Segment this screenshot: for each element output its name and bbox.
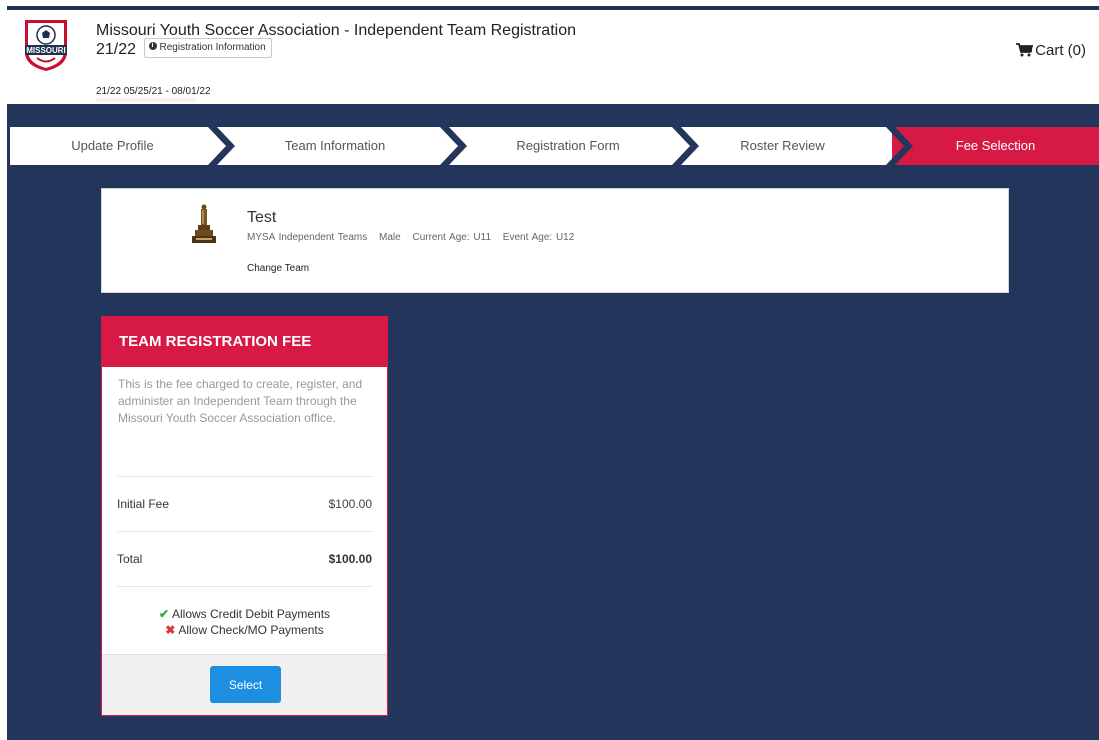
step-label: Fee Selection: [955, 138, 1036, 153]
check-payment-label: Allow Check/MO Payments: [178, 623, 324, 637]
payment-options: ✔ Allows Credit Debit Payments ✖ Allow Che…: [102, 587, 387, 656]
team-current-age: Current Age: U11: [412, 232, 492, 243]
step-team-information[interactable]: Team Information: [230, 127, 440, 165]
team-gender: Male: [379, 232, 401, 243]
step-update-profile[interactable]: Update Profile: [10, 127, 215, 165]
registration-dates: 21/22 05/25/21 - 08/01/22: [96, 86, 211, 97]
team-name: Test: [247, 209, 277, 226]
cross-icon: ✖: [165, 623, 176, 637]
checkmark-icon: ✔: [158, 607, 169, 621]
step-fee-selection[interactable]: Fee Selection: [892, 127, 1099, 165]
step-separator-icon: [672, 127, 699, 165]
fee-card: TEAM REGISTRATION FEE This is the fee ch…: [101, 316, 388, 716]
page-header: MISSOURI Missouri Youth Soccer Associati…: [7, 6, 1099, 104]
step-separator-icon: [208, 127, 235, 165]
credit-payment-option: ✔ Allows Credit Debit Payments: [102, 606, 387, 622]
registration-info-label: Registration Information: [159, 42, 266, 53]
change-team-link[interactable]: Change Team: [247, 263, 309, 274]
team-details: MYSA Independent Teams Male Current Age:…: [247, 232, 582, 243]
credit-payment-label: Allows Credit Debit Payments: [172, 607, 331, 621]
trophy-icon: [192, 204, 216, 243]
page-title: Missouri Youth Soccer Association - Inde…: [96, 21, 576, 60]
team-event-age: Event Age: U12: [502, 232, 575, 243]
fee-title: TEAM REGISTRATION FEE: [102, 317, 387, 367]
initial-fee-label: Initial Fee: [117, 497, 170, 511]
info-icon: i: [148, 42, 157, 51]
registration-info-button[interactable]: i Registration Information: [143, 38, 272, 58]
fee-description: This is the fee charged to create, regis…: [118, 377, 363, 425]
registration-steps: Update Profile Team Information Registra…: [10, 127, 1099, 165]
total-amount: $100.00: [328, 552, 372, 566]
team-card: Test MYSA Independent Teams Male Current…: [101, 188, 1009, 293]
cart-button[interactable]: Cart (0): [1016, 42, 1086, 59]
step-separator-icon: [440, 127, 467, 165]
missouri-soccer-logo: MISSOURI: [25, 20, 67, 71]
total-row: Total $100.00: [117, 532, 372, 586]
total-label: Total: [117, 552, 143, 566]
step-separator-icon: [886, 127, 913, 165]
step-roster-review[interactable]: Roster Review: [690, 127, 875, 165]
step-label: Update Profile: [71, 138, 154, 153]
step-label: Team Information: [284, 138, 386, 153]
cart-label: Cart (0): [1035, 42, 1086, 59]
svg-text:MISSOURI: MISSOURI: [26, 46, 66, 55]
initial-fee-row: Initial Fee $100.00: [117, 477, 372, 531]
dates-highlight: [96, 98, 196, 102]
fee-card-footer: Select: [102, 654, 387, 715]
step-registration-form[interactable]: Registration Form: [458, 127, 678, 165]
select-button[interactable]: Select: [210, 666, 281, 703]
team-league: MYSA Independent Teams: [247, 232, 368, 243]
step-label: Roster Review: [740, 138, 825, 153]
check-payment-option: ✖ Allow Check/MO Payments: [102, 622, 387, 638]
initial-fee-amount: $100.00: [328, 497, 372, 511]
cart-icon: [1016, 43, 1034, 57]
step-label: Registration Form: [516, 138, 620, 153]
